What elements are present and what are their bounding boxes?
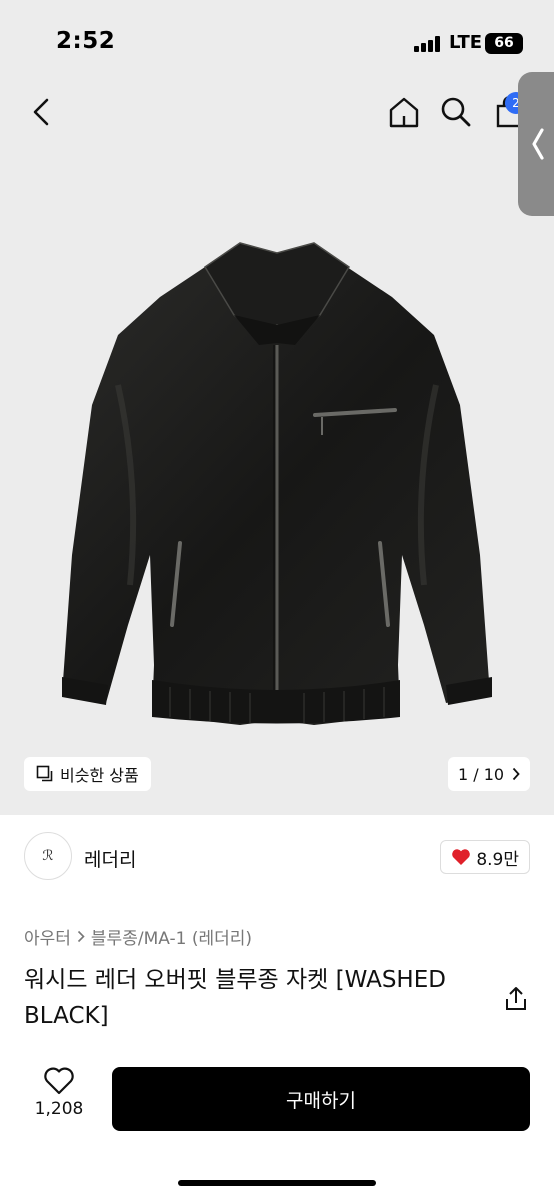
- product-image-jacket: [62, 242, 492, 725]
- back-button[interactable]: [20, 90, 64, 134]
- breadcrumb: 아우터 블루종/MA-1 (레더리): [24, 924, 252, 949]
- search-icon: [441, 97, 471, 127]
- brand-name[interactable]: 레더리: [84, 845, 136, 872]
- chevron-right-icon: [77, 930, 85, 943]
- brand-like-button[interactable]: 8.9만: [440, 840, 530, 874]
- gallery-page-indicator[interactable]: 1 / 10: [448, 757, 531, 791]
- chevron-left-icon: [33, 98, 49, 126]
- heart-outline-icon: [44, 1067, 74, 1095]
- share-icon: [506, 987, 526, 1010]
- signal-icon: [414, 36, 440, 52]
- product-detail-page: 2:52 LTE 66 2 비슷한 상품 1 / 10 ℛ 레더리 8.9만 아…: [0, 0, 554, 1200]
- copy-icon: [36, 765, 53, 782]
- network-label: LTE: [449, 32, 483, 53]
- side-drawer-handle[interactable]: [518, 72, 554, 216]
- brand-row[interactable]: ℛ 레더리 8.9만: [24, 832, 530, 882]
- similar-products-button[interactable]: 비슷한 상품: [24, 757, 151, 791]
- wishlist-count: 1,208: [34, 1099, 84, 1119]
- battery-icon: 66: [485, 33, 523, 54]
- similar-products-label: 비슷한 상품: [60, 766, 139, 785]
- product-gallery[interactable]: 2 비슷한 상품 1 / 10: [0, 0, 554, 815]
- heart-filled-icon: [452, 849, 471, 865]
- status-bar: 2:52 LTE 66: [0, 0, 554, 80]
- share-button[interactable]: [502, 985, 530, 1013]
- product-title: 워시드 레더 오버핏 블루종 자켓 [WASHED BLACK]: [24, 967, 446, 1029]
- gallery-page-text: 1 / 10: [458, 764, 505, 784]
- top-nav: [0, 80, 554, 144]
- breadcrumb-root[interactable]: 아우터: [24, 924, 71, 949]
- breadcrumb-category[interactable]: 블루종/MA-1 (레더리): [91, 924, 252, 949]
- chevron-right-icon: [512, 767, 520, 781]
- buy-button[interactable]: 구매하기: [112, 1067, 530, 1131]
- wishlist-button[interactable]: 1,208: [24, 1066, 94, 1130]
- status-time: 2:52: [56, 28, 116, 54]
- brand-logo[interactable]: ℛ: [24, 832, 72, 880]
- home-icon: [389, 97, 419, 128]
- brand-like-count: 8.9만: [476, 849, 519, 870]
- brand-logo-mark: ℛ: [42, 848, 54, 864]
- search-button[interactable]: [434, 90, 478, 134]
- chevron-left-icon: [532, 128, 544, 160]
- home-button[interactable]: [382, 90, 426, 134]
- home-indicator: [178, 1180, 376, 1186]
